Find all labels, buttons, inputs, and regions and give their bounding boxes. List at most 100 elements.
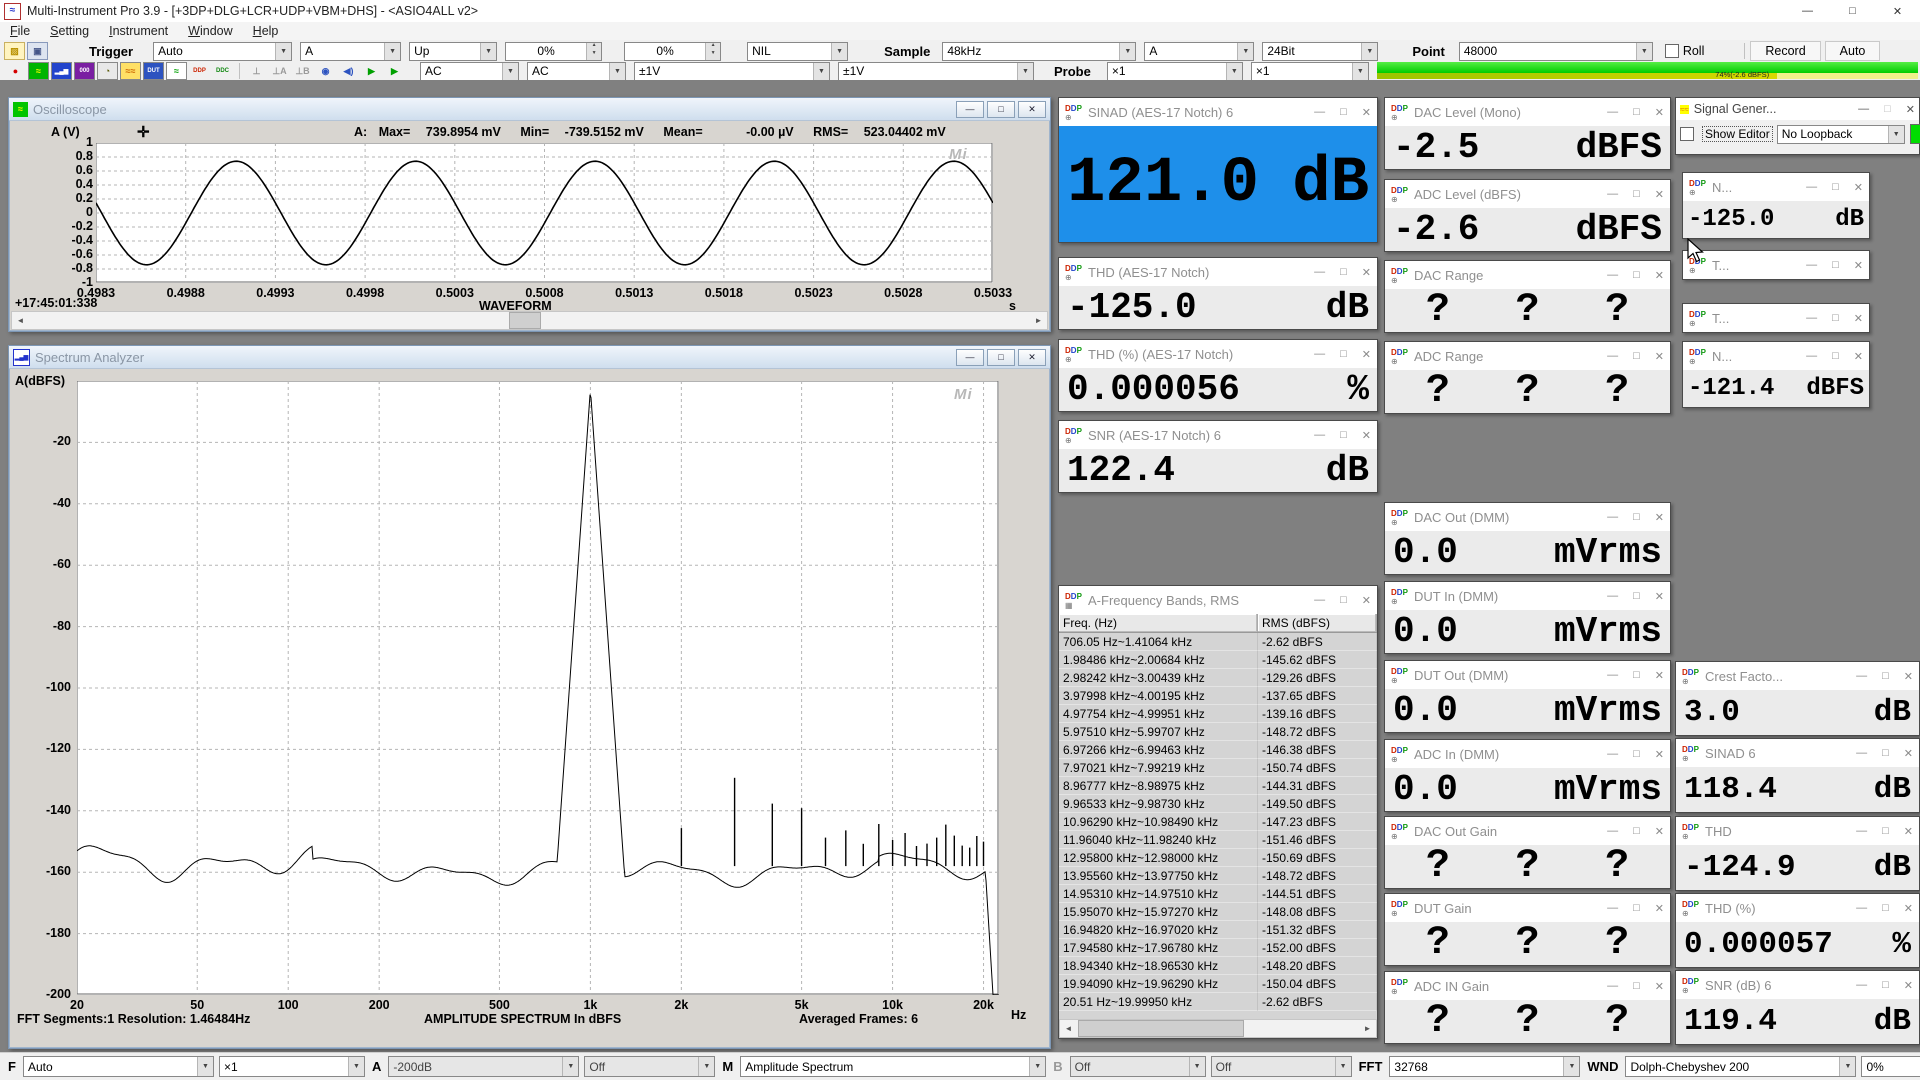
ddc-icon[interactable]: DDC (212, 62, 233, 80)
auto-button[interactable]: Auto (1825, 41, 1881, 61)
signal-generator-icon[interactable]: ≈ (166, 62, 187, 80)
maximize-icon[interactable]: □ (1830, 0, 1875, 22)
maximize-icon[interactable]: □ (1882, 747, 1889, 760)
trigger-mode-select[interactable]: Auto▼ (153, 42, 292, 61)
table-row[interactable]: 706.05 Hz~1.41064 kHz-2.62 dBFS (1059, 633, 1377, 651)
close-icon[interactable]: ✕ (1655, 669, 1664, 682)
meter-title-bar[interactable]: DDP⊕T...—□✕ (1683, 304, 1869, 332)
minimize-icon[interactable]: — (1856, 979, 1867, 992)
minimize-icon[interactable]: — (1607, 980, 1618, 993)
point-select[interactable]: 48000▼ (1459, 42, 1653, 61)
close-icon[interactable]: ✕ (1655, 590, 1664, 603)
table-row[interactable]: 20.51 Hz~19.99950 kHz-2.62 dBFS (1059, 993, 1377, 1011)
restore-icon[interactable]: □ (987, 349, 1015, 366)
menu-setting[interactable]: Setting (40, 24, 99, 38)
minimize-icon[interactable]: — (1856, 670, 1867, 683)
close-icon[interactable]: ✕ (1904, 825, 1913, 838)
osc-scroll-thumb[interactable] (509, 312, 541, 329)
maximize-icon[interactable]: □ (1633, 825, 1640, 838)
maximize-icon[interactable]: □ (1633, 106, 1640, 119)
spectrum-analyzer-icon[interactable]: ▂▄▆ (51, 62, 72, 80)
statusbar-select-a-off[interactable]: Off▼ (584, 1056, 715, 1077)
minimize-icon[interactable]: — (1806, 312, 1817, 325)
statusbar-select-fft-size[interactable]: 32768▼ (1389, 1056, 1580, 1077)
close-icon[interactable]: ✕ (1018, 349, 1046, 366)
close-icon[interactable]: ✕ (1854, 312, 1863, 325)
sample-rate-select[interactable]: 48kHz▼ (942, 42, 1136, 61)
statusbar-select-a-range[interactable]: -200dB▼ (388, 1056, 579, 1077)
sample-channel-select[interactable]: A▼ (1144, 42, 1254, 61)
statusbar-select-wnd-type[interactable]: Dolph-Chebyshev 200▼ (1625, 1056, 1856, 1077)
sound-output-icon[interactable]: ◀) (338, 62, 359, 80)
meter-title-bar[interactable]: DDP⊕DUT Gain—□✕ (1385, 894, 1670, 922)
table-scroll-thumb[interactable] (1078, 1020, 1244, 1037)
close-icon[interactable]: ✕ (1655, 269, 1664, 282)
close-icon[interactable]: ✕ (1875, 0, 1920, 22)
scroll-right-icon[interactable]: ► (1030, 312, 1047, 329)
loopback-select[interactable]: No Loopback▼ (1777, 125, 1905, 144)
maximize-icon[interactable]: □ (1633, 188, 1640, 201)
maximize-icon[interactable]: □ (1884, 103, 1891, 116)
close-icon[interactable]: ✕ (1904, 747, 1913, 760)
minimize-icon[interactable]: — (1314, 106, 1325, 119)
table-row[interactable]: 9.96533 kHz~9.98730 kHz-149.50 dBFS (1059, 795, 1377, 813)
spectrum-3d-plot-icon[interactable]: ◔ (97, 62, 118, 80)
meter-title-bar[interactable]: DDP⊕SINAD 6—□✕ (1676, 739, 1919, 767)
trigger-edge-select[interactable]: Up▼ (409, 42, 497, 61)
maximize-icon[interactable]: □ (1633, 350, 1640, 363)
show-editor-checkbox[interactable] (1680, 127, 1694, 141)
maximize-icon[interactable]: □ (1832, 312, 1839, 325)
meter-title-bar[interactable]: DDP⊕DAC Out (DMM)—□✕ (1385, 503, 1670, 531)
restore-icon[interactable]: □ (987, 101, 1015, 118)
meter-title-bar[interactable]: DDP⊕T...—□✕ (1683, 251, 1869, 279)
close-icon[interactable]: ✕ (1854, 259, 1863, 272)
roll-checkbox-box[interactable] (1665, 44, 1679, 58)
maximize-icon[interactable]: □ (1882, 902, 1889, 915)
close-icon[interactable]: ✕ (1904, 670, 1913, 683)
table-row[interactable]: 5.97510 kHz~5.99707 kHz-148.72 dBFS (1059, 723, 1377, 741)
minimize-icon[interactable]: — (1607, 350, 1618, 363)
minimize-icon[interactable]: — (1806, 350, 1817, 363)
data-logger-icon[interactable]: ≈≈ (120, 62, 141, 80)
close-icon[interactable]: ✕ (1655, 106, 1664, 119)
close-icon[interactable]: ✕ (1655, 980, 1664, 993)
signal-generator-title-bar[interactable]: ≈≈ Signal Gener... — □ ✕ (1676, 98, 1919, 120)
menu-instrument[interactable]: Instrument (99, 24, 178, 38)
menu-file[interactable]: File (0, 24, 40, 38)
maximize-icon[interactable]: □ (1340, 429, 1347, 442)
record-button[interactable]: Record (1750, 41, 1820, 61)
close-icon[interactable]: ✕ (1018, 101, 1046, 118)
minimize-icon[interactable]: — (956, 101, 984, 118)
minimize-icon[interactable]: — (1607, 902, 1618, 915)
trigger-source-select[interactable]: A▼ (300, 42, 401, 61)
minimize-icon[interactable]: — (1607, 669, 1618, 682)
meter-title-bar[interactable]: DDP⊕ADC Range—□✕ (1385, 342, 1670, 370)
generator-status-indicator[interactable] (1910, 124, 1920, 144)
table-row[interactable]: 19.94090 kHz~19.96290 kHz-150.04 dBFS (1059, 975, 1377, 993)
statusbar-select-freq-auto[interactable]: Auto▼ (23, 1056, 214, 1077)
table-row[interactable]: 4.97754 kHz~4.99951 kHz-139.16 dBFS (1059, 705, 1377, 723)
stop-icon[interactable]: ● (5, 62, 26, 80)
marker-b-icon[interactable]: ⊥B (292, 62, 313, 80)
bit-depth-select[interactable]: 24Bit▼ (1262, 42, 1378, 61)
maximize-icon[interactable]: □ (1882, 825, 1889, 838)
maximize-icon[interactable]: □ (1633, 590, 1640, 603)
close-icon[interactable]: ✕ (1854, 350, 1863, 363)
meter-title-bar[interactable]: DDP⊕N...—□✕ (1683, 342, 1869, 370)
meter-title-bar[interactable]: DDP⊕SNR (dB) 6—□✕ (1676, 971, 1919, 999)
table-row[interactable]: 12.95800 kHz~12.98000 kHz-150.69 dBFS (1059, 849, 1377, 867)
minimize-icon[interactable]: — (1856, 902, 1867, 915)
meter-title-bar[interactable]: DDP⊕ADC Level (dBFS)—□✕ (1385, 180, 1670, 208)
table-row[interactable]: 10.96290 kHz~10.98490 kHz-147.23 dBFS (1059, 813, 1377, 831)
range-a-select[interactable]: ±1V▼ (634, 62, 830, 81)
hold-icon[interactable]: ⊥ (246, 62, 267, 80)
multimeter-icon[interactable]: 000 (74, 62, 95, 80)
table-row[interactable]: 2.98242 kHz~3.00439 kHz-129.26 dBFS (1059, 669, 1377, 687)
table-row[interactable]: 8.96777 kHz~8.98975 kHz-144.31 dBFS (1059, 777, 1377, 795)
close-icon[interactable]: ✕ (1655, 825, 1664, 838)
statusbar-select-freq-mult[interactable]: ×1▼ (219, 1056, 365, 1077)
meter-title-bar[interactable]: DDP⊕THD (%)—□✕ (1676, 894, 1919, 922)
meter-title-bar[interactable]: DDP⊕SINAD (AES-17 Notch) 6—□✕ (1059, 98, 1377, 126)
close-icon[interactable]: ✕ (1362, 106, 1371, 119)
minimize-icon[interactable]: — (1856, 825, 1867, 838)
